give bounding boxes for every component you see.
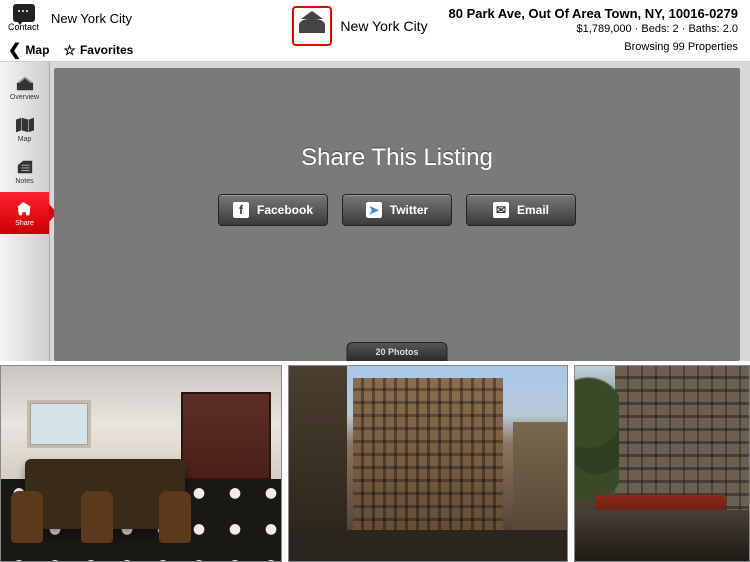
facebook-icon: f [233,202,249,218]
sidebar-label-share: Share [15,220,34,227]
notes-icon [14,158,36,176]
listing-photo-3[interactable] [574,365,750,562]
facebook-button[interactable]: f Facebook [218,194,328,226]
star-icon: ☆ [63,42,76,59]
email-button[interactable]: ✉ Email [466,194,576,226]
share-icon [14,200,36,218]
map-back-button[interactable]: ❮ Map [8,40,49,60]
header-right: 80 Park Ave, Out Of Area Town, NY, 10016… [440,0,750,53]
twitter-button[interactable]: ➤ Twitter [342,194,452,226]
house-icon [299,19,325,33]
share-buttons-row: f Facebook ➤ Twitter ✉ Email [54,194,740,226]
photo-count-tab[interactable]: 20 Photos [346,342,447,361]
header-left: Contact New York City ❮ Map ☆ Favorites [0,0,280,64]
header-center: New York City [280,0,440,46]
chevron-left-icon: ❮ [8,40,21,60]
email-icon: ✉ [493,202,509,218]
sidebar-item-notes[interactable]: Notes [0,150,49,192]
main-area: Overview Map Notes Share Share This List… [0,62,750,361]
side-nav: Overview Map Notes Share [0,62,50,361]
contact-text: New York City [51,11,132,26]
twitter-label: Twitter [390,203,428,217]
facebook-label: Facebook [257,203,313,217]
sidebar-label-map: Map [18,136,32,143]
top-header: Contact New York City ❮ Map ☆ Favorites … [0,0,750,62]
contact-group: Contact New York City [8,4,272,32]
contact-button[interactable]: Contact [8,4,39,32]
share-title: Share This Listing [54,68,740,172]
sidebar-label-notes: Notes [15,178,33,185]
sidebar-label-overview: Overview [10,94,39,101]
content-area: Share This Listing f Facebook ➤ Twitter … [54,68,740,361]
twitter-icon: ➤ [366,202,382,218]
header-city-name: New York City [340,18,427,34]
listing-photo-1[interactable] [0,365,282,562]
map-icon [14,116,36,134]
chat-icon [13,4,35,22]
favorites-button[interactable]: ☆ Favorites [63,42,133,59]
listing-address: 80 Park Ave, Out Of Area Town, NY, 10016… [440,6,738,21]
map-label: Map [25,43,49,57]
listing-price-details: $1,789,000 · Beds: 2 · Baths: 2.0 [440,23,738,35]
sidebar-item-overview[interactable]: Overview [0,66,49,108]
photo-count-label: 20 Photos [375,347,418,357]
overview-icon [14,74,36,92]
nav-row: ❮ Map ☆ Favorites [8,40,272,60]
browsing-count: Browsing 99 Properties [440,41,738,53]
contact-label: Contact [8,22,39,32]
favorites-label: Favorites [80,43,133,57]
email-label: Email [517,203,549,217]
photo-strip[interactable] [0,361,750,562]
sidebar-item-share[interactable]: Share [0,192,49,234]
sidebar-item-map[interactable]: Map [0,108,49,150]
listing-photo-2[interactable] [288,365,568,562]
app-logo [292,6,332,46]
